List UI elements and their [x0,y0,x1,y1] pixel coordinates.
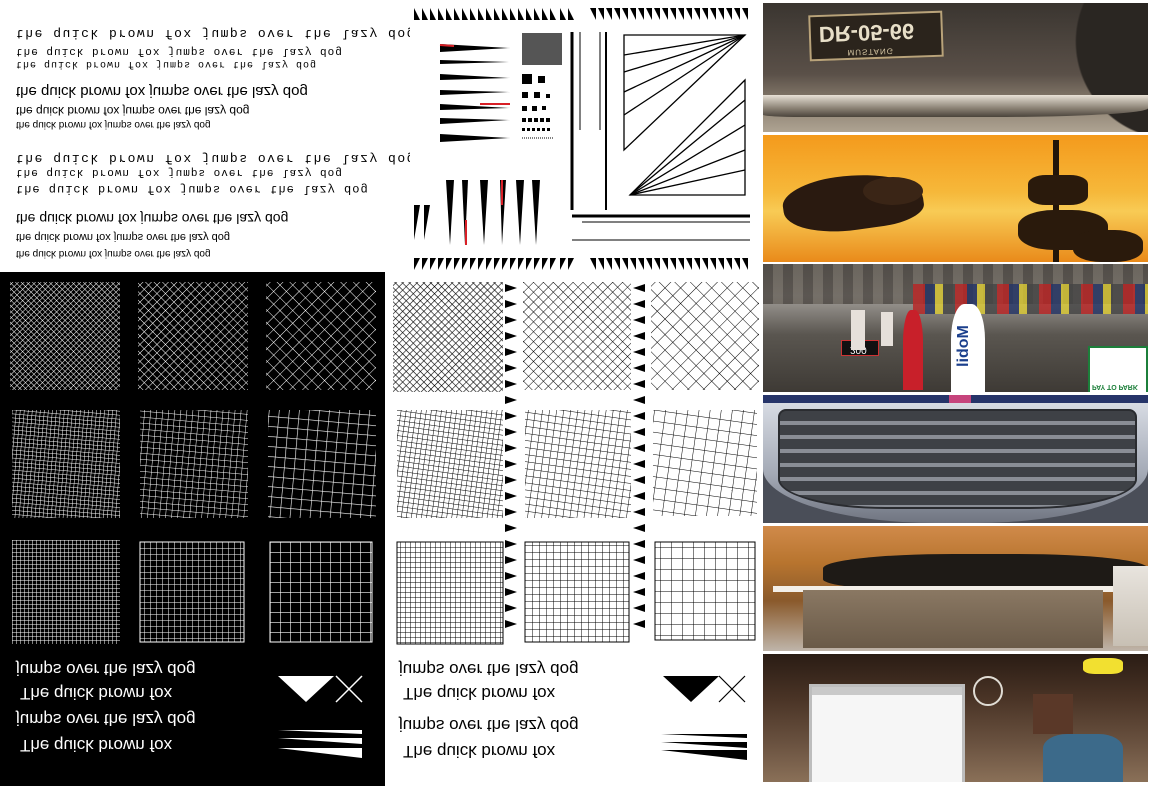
text-rendering-quadrant: the quick brown fox jumps over the lazy … [0,0,410,268]
dark-grid-r2c2 [140,410,248,518]
dark-grid-r2c1 [12,410,120,518]
dark-text-line-a-1: jumps over the lazy dog [16,710,196,729]
light-text-line-b-1: The quick brown fox [403,742,556,761]
monitor-screen [809,684,965,782]
light-text-block: The quick brown fox jumps over the lazy … [385,654,655,764]
triangle-icon [278,676,334,702]
dark-grid-r1c3 [266,282,376,390]
text-sample-mono-5: the quick brown fox jumps over the lazy … [16,45,343,57]
text-sample-mono-6: the quick brown fox jumps over the lazy … [16,26,410,41]
light-grid-r2c3 [653,410,757,516]
text-sample-mono-2: the quick brown fox jumps over the lazy … [16,166,343,178]
plate-number: DR-05-66 [818,18,915,47]
line-pattern-quadrant [410,0,763,272]
bottom-triangle-strip [414,258,748,270]
light-grid-r2c1 [397,410,503,518]
vertical-lines [570,32,607,210]
dark-grid-r3c2 [139,541,245,643]
checker-block [522,33,562,139]
dark-grid-r1c2 [138,282,248,390]
light-grid-r2c2 [525,410,631,518]
photo-car-plate: MUSTANG DR-05-66 [763,3,1148,132]
wedge-lines-icon [661,734,747,760]
dark-grid-r1c1 [10,282,120,390]
grid-quadrant-dark: The quick brown fox jumps over the lazy … [0,272,385,786]
light-grid-r1c1 [393,282,503,392]
grille [778,409,1137,509]
light-text-line-b-2: The quick brown fox [403,684,556,703]
pay-to-park-text: PAY TO PARK [1092,383,1138,390]
light-grid-r3c1 [396,541,504,645]
top-triangle-strip [414,8,748,20]
dark-grid-r2c3 [268,410,376,518]
fan-lines-upper [623,34,747,152]
grid-quadrant-light: The quick brown fox jumps over the lazy … [385,272,763,786]
light-grid-r3c2 [524,541,630,643]
dark-text-line-b-1: The quick brown fox [20,736,173,755]
photo-sunset-vehicle [763,135,1148,262]
text-sample-sans-medium-2: the quick brown fox jumps over the lazy … [16,104,250,118]
fan-icon [973,676,1003,706]
light-grid-r3c3 [654,541,756,641]
dark-grid-r3c3 [269,541,373,643]
text-sample-sans-medium: the quick brown fox jumps over the lazy … [16,211,289,227]
text-sample-sans-small-1: the quick brown fox jumps over the lazy … [16,248,211,259]
plate-header: MUSTANG [847,46,895,57]
license-plate: MUSTANG DR-05-66 [808,10,944,62]
text-sample-sans-small-2: the quick brown fox jumps over the lazy … [16,231,231,243]
photo-garage-monitor [763,654,1148,782]
photo-garage-signs: 200 Mobil PAY TO PARK [763,264,1148,392]
triangle-icon [663,676,719,702]
text-sample-mono-3: the quick brown fox jumps over the lazy … [16,151,410,166]
line-pattern-svg [414,8,750,270]
x-cross-icon [718,675,746,703]
text-sample-sans-large: the quick brown fox jumps over the lazy … [16,83,308,100]
light-text-line-a-1: jumps over the lazy dog [399,716,579,735]
mobil-banner-text: Mobil [954,325,972,367]
text-sample-sans-small-3: the quick brown fox jumps over the lazy … [16,119,211,130]
dark-text-block: The quick brown fox jumps over the lazy … [0,652,270,762]
mobil-banner: Mobil [951,304,985,392]
dark-text-line-a-2: jumps over the lazy dog [16,660,196,679]
photo-car-grille [763,395,1148,523]
photo-garage-ceiling [763,526,1148,651]
text-sample-mono-4: the quick brown fox jumps over the lazy … [16,58,318,69]
wedge-lines-icon [278,730,362,758]
text-sample-mono-1: the quick brown fox jumps over the lazy … [16,182,369,196]
dark-text-line-b-2: The quick brown fox [20,684,173,703]
pay-to-park-sign: PAY TO PARK [1088,346,1148,392]
vertical-wedges [414,180,540,245]
light-grid-r1c2 [523,282,631,390]
light-text-line-a-2: jumps over the lazy dog [399,660,579,679]
x-cross-icon [335,675,363,703]
horizontal-wedges [439,44,510,142]
bottom-lines [572,214,750,241]
fan-lines-lower [628,78,746,196]
light-grid-r1c3 [651,282,759,390]
dark-grid-r3c1 [12,540,120,644]
